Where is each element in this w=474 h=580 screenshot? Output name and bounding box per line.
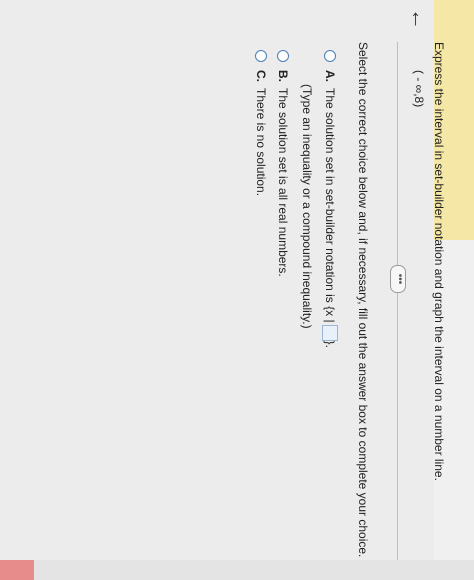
section-divider [397,42,398,572]
choice-a-note: (Type an inequality or a compound inequa… [300,84,314,329]
radio-b[interactable] [277,50,289,62]
choice-a-suffix: }. [323,340,337,348]
corner-marker [0,560,34,580]
choice-a-letter: A. [323,70,337,82]
choice-a[interactable]: A. The solution set in set-builder notat… [322,50,338,348]
choice-a-text: The solution set in set-builder notation… [323,88,337,323]
choice-b-text: The solution set is all real numbers. [276,88,290,277]
rotated-page: ← Express the interval in set-builder no… [0,0,474,580]
interval-expression: ( - ∞,8) [412,70,426,108]
back-arrow-icon[interactable]: ← [406,8,432,30]
question-prompt: Express the interval in set-builder nota… [432,42,446,481]
choice-c-letter: C. [254,70,268,82]
choice-b[interactable]: B. The solution set is all real numbers. [276,50,290,277]
choice-c[interactable]: C. There is no solution. [254,50,268,196]
choice-c-text: There is no solution. [254,88,268,197]
right-edge-strip [0,560,474,580]
choice-b-letter: B. [276,70,290,82]
radio-a[interactable] [324,50,336,62]
more-button[interactable]: ••• [390,265,406,293]
instructions-text: Select the correct choice below and, if … [356,42,370,558]
radio-c[interactable] [255,50,267,62]
answer-input-box[interactable] [322,324,338,341]
